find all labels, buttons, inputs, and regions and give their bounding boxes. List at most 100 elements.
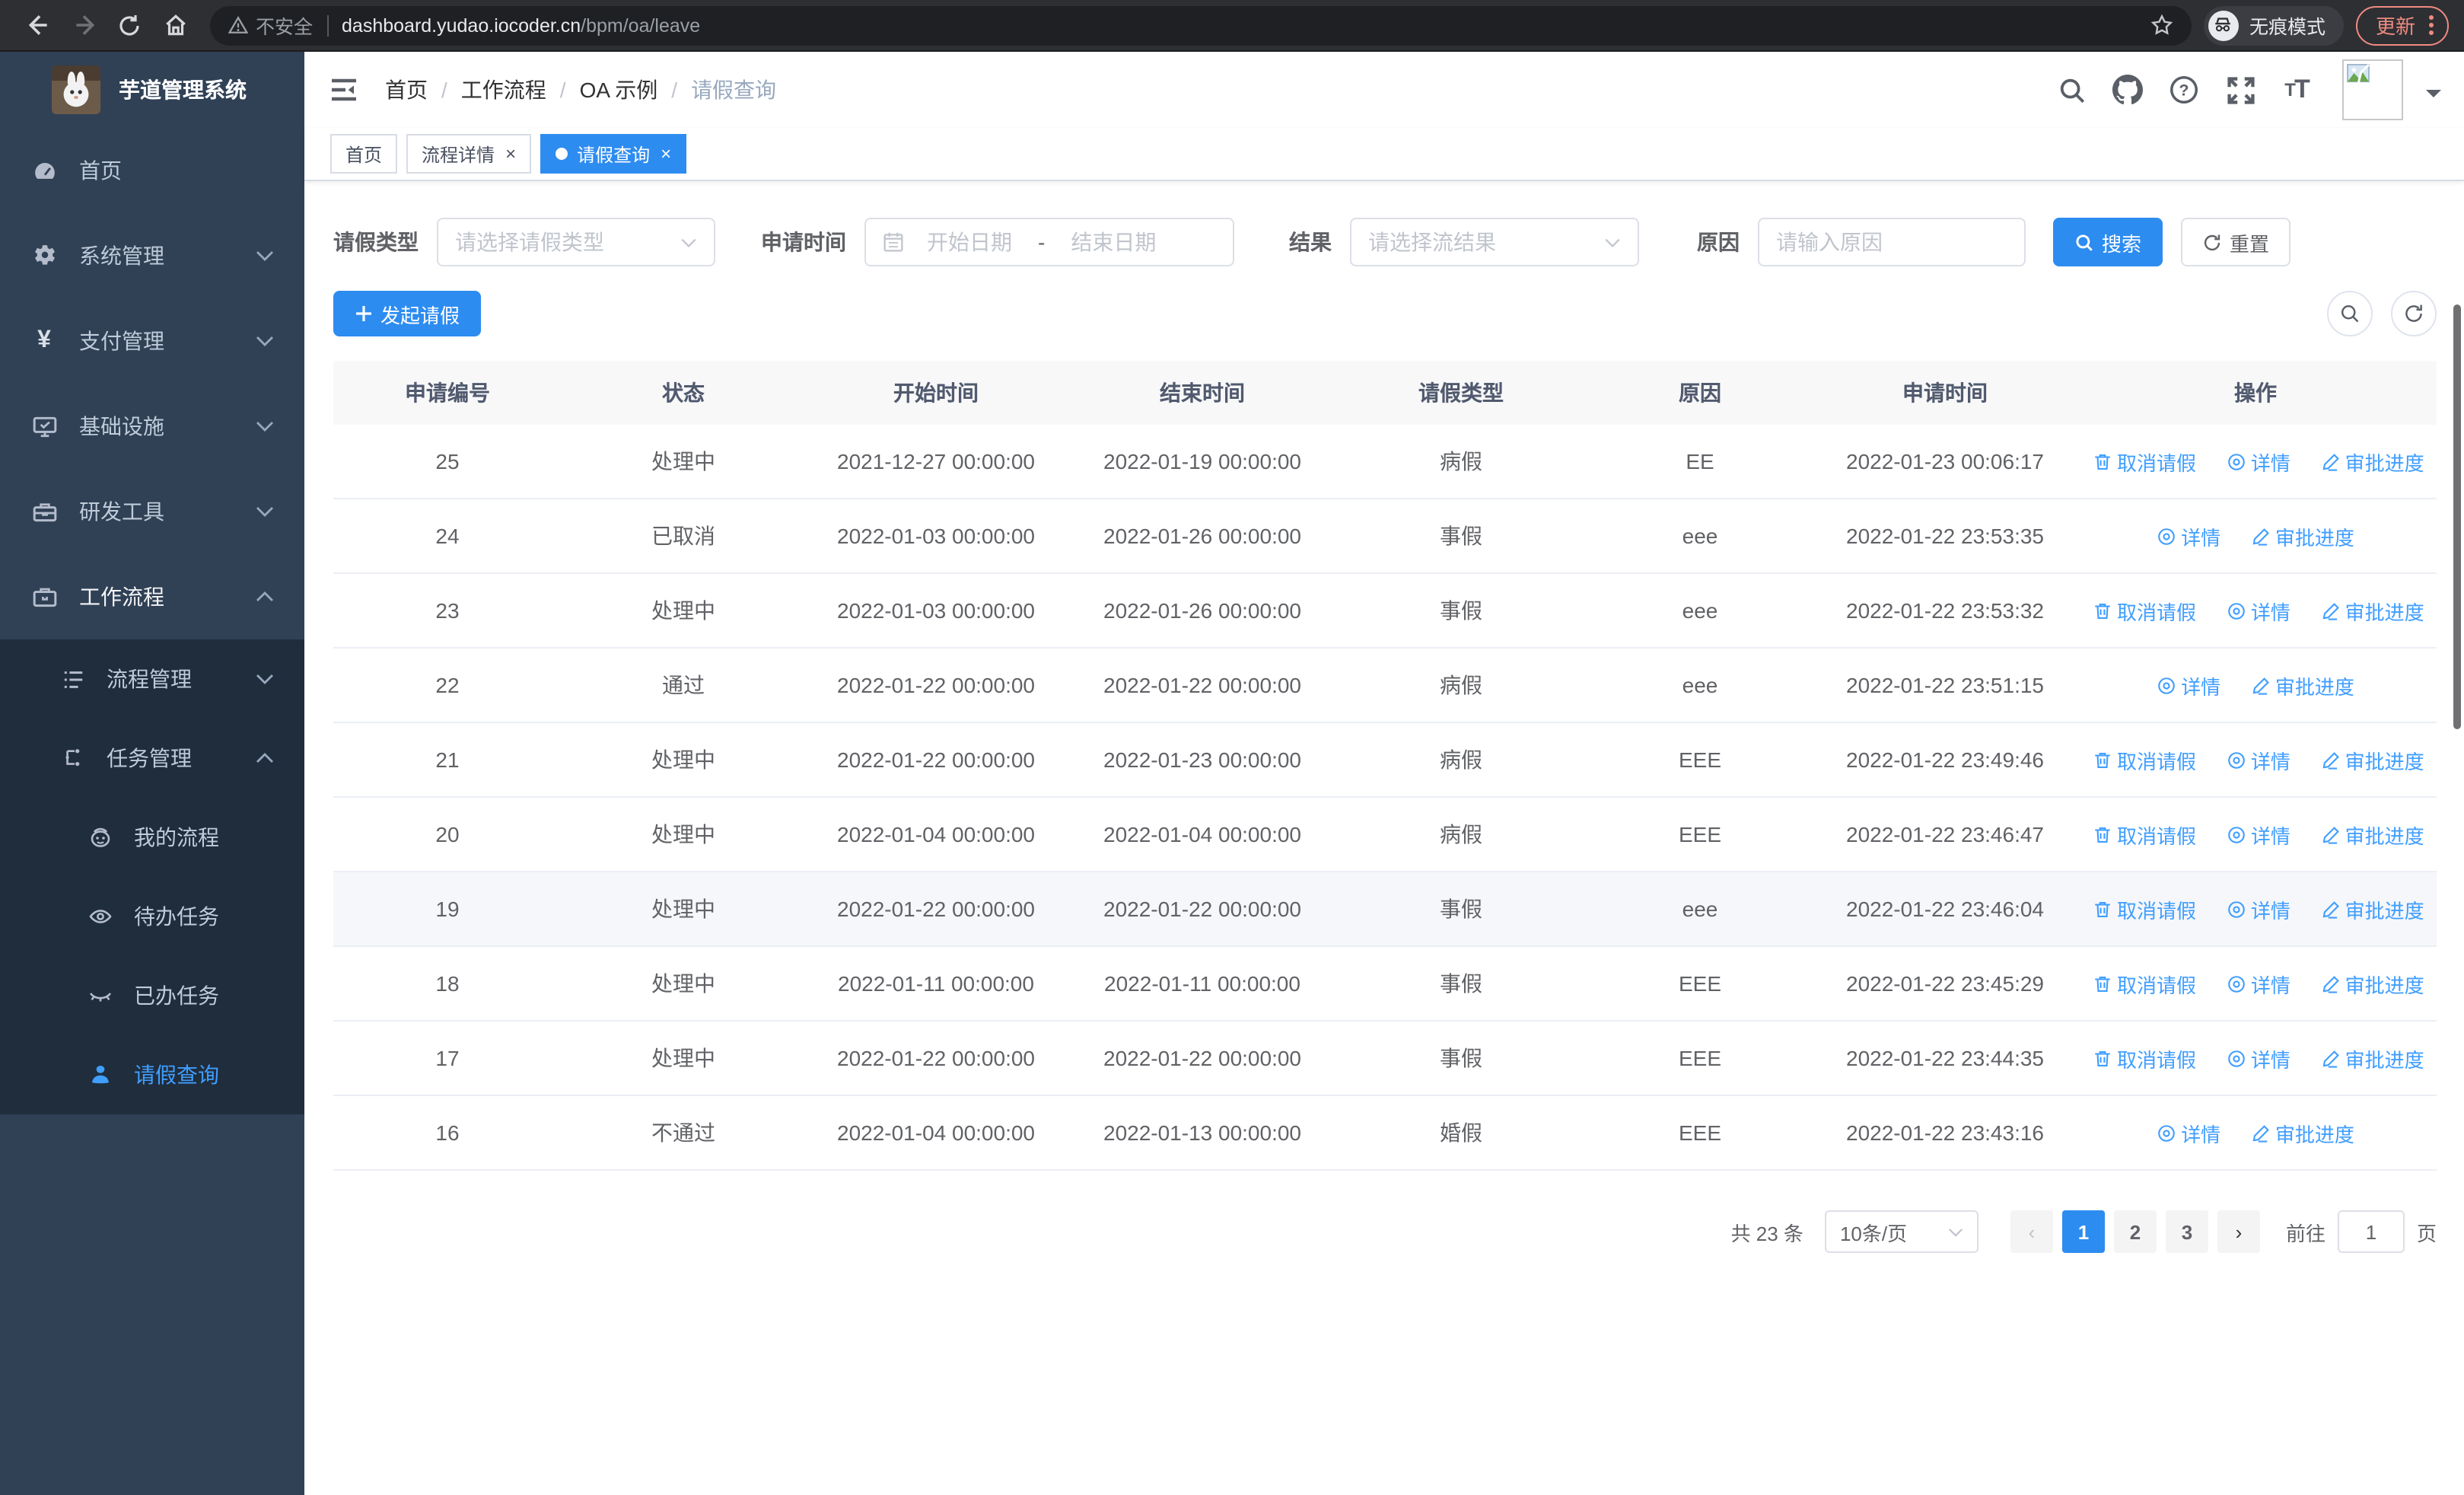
trash-icon [2095,901,2110,916]
table-row[interactable]: 21 处理中 2022-01-22 00:00:00 2022-01-23 00… [333,722,2437,798]
detail-link[interactable]: 详情 [2157,1118,2220,1147]
row-actions: 取消请假 详情 审批进度 [2074,722,2437,798]
reload-icon[interactable] [111,7,148,43]
breadcrumb-oa-example[interactable]: OA 示例 [580,75,658,105]
reset-button[interactable]: 重置 [2181,218,2291,266]
detail-link[interactable]: 详情 [2227,1044,2291,1073]
person-icon [88,1063,113,1087]
approval-progress-link[interactable]: 审批进度 [2251,1118,2354,1147]
detail-link[interactable]: 详情 [2227,969,2291,998]
table-row[interactable]: 23 处理中 2022-01-03 00:00:00 2022-01-26 00… [333,573,2437,649]
leave-type-select[interactable]: 请选择请假类型 [437,218,715,266]
prev-page-button[interactable]: ‹ [2010,1210,2053,1253]
approval-progress-link[interactable]: 审批进度 [2321,447,2424,476]
page-button-1[interactable]: 1 [2061,1210,2105,1253]
cancel-leave-link[interactable]: 取消请假 [2093,820,2196,849]
cancel-leave-link[interactable]: 取消请假 [2093,745,2196,774]
table-row[interactable]: 20 处理中 2022-01-04 00:00:00 2022-01-04 00… [333,797,2437,872]
tab-process-detail[interactable]: 流程详情 × [406,134,532,174]
sidebar-item-my-process[interactable]: 我的流程 [0,798,304,877]
cancel-leave-link[interactable]: 取消请假 [2093,894,2196,923]
sidebar-item-infrastructure[interactable]: 基础设施 [0,384,304,469]
table-row[interactable]: 18 处理中 2022-01-11 00:00:00 2022-01-11 00… [333,946,2437,1022]
next-page-button[interactable]: › [2217,1210,2260,1253]
breadcrumb-workflow[interactable]: 工作流程 [461,75,546,105]
detail-link[interactable]: 详情 [2157,521,2220,550]
forward-icon[interactable] [65,7,102,43]
close-icon[interactable]: × [505,145,516,163]
font-size-icon[interactable]: TT [2280,73,2313,107]
avatar-caret-icon[interactable] [2426,89,2441,104]
detail-link[interactable]: 详情 [2227,894,2291,923]
create-leave-button[interactable]: 发起请假 [333,291,482,336]
breadcrumb-home[interactable]: 首页 [385,75,428,105]
table-row[interactable]: 25 处理中 2021-12-27 00:00:00 2022-01-19 00… [333,425,2437,499]
approval-progress-link[interactable]: 审批进度 [2321,820,2424,849]
home-icon[interactable] [157,7,193,43]
sidebar-item-task-management[interactable]: 任务管理 [0,719,304,798]
sidebar-item-system[interactable]: 系统管理 [0,213,304,298]
row-actions: 取消请假 详情 审批进度 [2074,872,2437,947]
approval-progress-link[interactable]: 审批进度 [2321,596,2424,625]
sidebar-item-home[interactable]: 首页 [0,128,304,213]
warning-icon [228,15,248,33]
cancel-leave-link[interactable]: 取消请假 [2093,596,2196,625]
cancel-leave-link[interactable]: 取消请假 [2093,447,2196,476]
table-row[interactable]: 24 已取消 2022-01-03 00:00:00 2022-01-26 00… [333,499,2437,574]
tab-home[interactable]: 首页 [330,134,398,174]
page-scrollbar[interactable] [2453,304,2461,729]
sidebar-item-process-management[interactable]: 流程管理 [0,639,304,719]
cancel-leave-link[interactable]: 取消请假 [2093,969,2196,998]
detail-link[interactable]: 详情 [2227,447,2291,476]
detail-link[interactable]: 详情 [2157,671,2220,700]
page-button-2[interactable]: 2 [2113,1210,2157,1253]
trash-icon [2095,752,2110,767]
pencil-icon [2252,1124,2269,1142]
help-icon[interactable]: ? [2167,73,2201,107]
reason-input[interactable] [1758,218,2026,266]
bookmark-star-icon[interactable] [2150,14,2173,37]
header-search-icon[interactable] [2055,73,2088,107]
result-select[interactable]: 请选择流结果 [1350,218,1639,266]
table-row[interactable]: 19 处理中 2022-01-22 00:00:00 2022-01-22 00… [333,872,2437,947]
sidebar-item-payment[interactable]: ¥ 支付管理 [0,298,304,384]
table-row[interactable]: 22 通过 2022-01-22 00:00:00 2022-01-22 00:… [333,648,2437,723]
goto-page-input[interactable] [2337,1210,2405,1253]
tab-leave-query[interactable]: 请假查询 × [540,134,687,174]
table-row[interactable]: 17 处理中 2022-01-22 00:00:00 2022-01-22 00… [333,1021,2437,1096]
chrome-update-button[interactable]: 更新 [2355,5,2449,45]
apply-time-range-picker[interactable]: 开始日期 - 结束日期 [864,218,1234,266]
browser-menu-icon[interactable] [2429,15,2434,35]
detail-link[interactable]: 详情 [2227,820,2291,849]
address-bar[interactable]: 不安全 dashboard.yudao.iocoder.cn/bpm/oa/le… [210,5,2192,45]
page-size-select[interactable]: 10条/页 [1824,1210,1979,1253]
github-icon[interactable] [2111,73,2144,107]
sidebar-item-devtools[interactable]: 研发工具 [0,469,304,554]
approval-progress-link[interactable]: 审批进度 [2251,521,2354,550]
incognito-icon [2208,10,2239,40]
sidebar-item-leave-query[interactable]: 请假查询 [0,1035,304,1114]
approval-progress-link[interactable]: 审批进度 [2321,969,2424,998]
avatar[interactable] [2342,59,2403,120]
detail-link[interactable]: 详情 [2227,745,2291,774]
sidebar-item-todo-tasks[interactable]: 待办任务 [0,877,304,956]
approval-progress-link[interactable]: 审批进度 [2321,745,2424,774]
security-status[interactable]: 不安全 [228,11,313,40]
sidebar-item-done-tasks[interactable]: 已办任务 [0,956,304,1035]
approval-progress-link[interactable]: 审批进度 [2251,671,2354,700]
page-button-3[interactable]: 3 [2165,1210,2208,1253]
back-icon[interactable] [20,7,56,43]
approval-progress-link[interactable]: 审批进度 [2321,1044,2424,1073]
approval-progress-link[interactable]: 审批进度 [2321,894,2424,923]
leave-type-label: 请假类型 [333,230,419,254]
show-search-toggle-button[interactable] [2327,291,2373,336]
table-row[interactable]: 16 不通过 2022-01-04 00:00:00 2022-01-13 00… [333,1095,2437,1171]
detail-link[interactable]: 详情 [2227,596,2291,625]
cancel-leave-link[interactable]: 取消请假 [2093,1044,2196,1073]
sidebar-item-workflow[interactable]: 工作流程 [0,554,304,639]
sidebar-collapse-icon[interactable] [327,73,361,107]
refresh-table-button[interactable] [2391,291,2437,336]
close-icon[interactable]: × [661,145,671,163]
fullscreen-icon[interactable] [2224,73,2257,107]
search-button[interactable]: 搜索 [2053,218,2163,266]
